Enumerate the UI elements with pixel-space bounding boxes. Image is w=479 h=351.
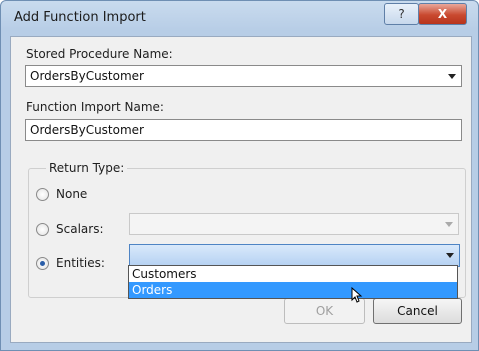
ok-button-label: OK <box>315 304 334 318</box>
radio-none[interactable] <box>36 188 49 201</box>
help-icon: ? <box>398 7 405 21</box>
function-import-label: Function Import Name: <box>26 100 164 114</box>
radio-entities[interactable] <box>36 257 49 270</box>
dropdown-item-customers[interactable]: Customers <box>129 266 457 282</box>
function-import-value: OrdersByCustomer <box>30 123 144 137</box>
radio-none-label: None <box>56 187 88 201</box>
entities-dropdown-list: Customers Orders <box>128 265 458 299</box>
close-icon: X <box>437 7 448 21</box>
window-title: Add Function Import <box>14 10 146 25</box>
return-type-label: Return Type: <box>46 161 128 175</box>
help-button[interactable]: ? <box>384 3 419 25</box>
chevron-down-icon <box>445 222 453 227</box>
chevron-down-icon <box>448 74 456 79</box>
function-import-field[interactable]: OrdersByCustomer <box>25 119 462 141</box>
scalars-select[interactable] <box>129 213 459 235</box>
radio-entities-label: Entities: <box>56 256 105 270</box>
title-bar[interactable]: Add Function Import ? X <box>1 1 478 37</box>
stored-procedure-label: Stored Procedure Name: <box>26 47 173 61</box>
radio-scalars[interactable] <box>36 223 49 236</box>
chevron-down-icon <box>446 253 454 258</box>
radio-scalars-label: Scalars: <box>56 222 104 236</box>
close-button[interactable]: X <box>418 3 467 25</box>
stored-procedure-value: OrdersByCustomer <box>30 69 144 83</box>
dropdown-item-orders[interactable]: Orders <box>129 282 457 298</box>
cancel-button-label: Cancel <box>397 304 438 318</box>
stored-procedure-select[interactable]: OrdersByCustomer <box>25 65 462 87</box>
entities-select[interactable] <box>129 244 460 267</box>
cancel-button[interactable]: Cancel <box>373 298 462 324</box>
mouse-cursor-icon <box>351 287 363 303</box>
